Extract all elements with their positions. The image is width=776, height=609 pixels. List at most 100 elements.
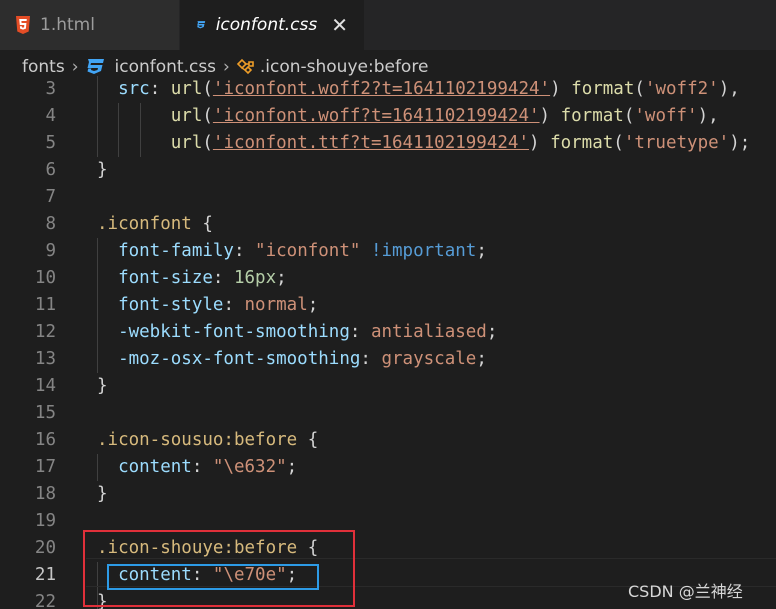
code-line[interactable]: 18} — [0, 481, 776, 508]
code-line[interactable]: 13 -moz-osx-font-smoothing: grayscale; — [0, 346, 776, 373]
css-icon — [87, 58, 104, 74]
code-token: font-family — [97, 241, 234, 261]
code-token: { — [191, 214, 213, 234]
code-token: ) — [528, 133, 551, 153]
code-token: ( — [202, 106, 213, 126]
code-token: "\e632" — [212, 457, 287, 477]
code-token: ( — [613, 133, 624, 153]
code-token: 'iconfont.ttf?t=1641102199424' — [212, 133, 529, 153]
code-text: url('iconfont.ttf?t=1641102199424') form… — [97, 130, 751, 157]
code-token: "iconfont" — [255, 241, 361, 261]
code-text: font-size: 16px; — [97, 265, 287, 292]
code-text: } — [97, 481, 108, 508]
indent-guide — [97, 76, 98, 157]
code-token: 'iconfont.woff2?t=1641102199424' — [212, 79, 551, 99]
code-token: !important — [370, 241, 477, 261]
line-number: 6 — [45, 160, 56, 180]
code-token: ; — [286, 457, 298, 477]
code-token: 'truetype' — [623, 133, 730, 153]
code-token: ; — [486, 322, 498, 342]
code-token: } — [97, 160, 108, 180]
code-line[interactable]: 9 font-family: "iconfont" !important; — [0, 238, 776, 265]
code-line[interactable]: 17 content: "\e632"; — [0, 454, 776, 481]
indent-guide — [118, 103, 119, 157]
code-text: content: "\e632"; — [97, 454, 297, 481]
code-line[interactable]: 15 — [0, 400, 776, 427]
code-token: { — [297, 430, 319, 450]
line-number: 12 — [34, 322, 56, 342]
tab-bar: 1.html iconfont.css ✕ — [0, 0, 776, 50]
code-token: ), — [697, 106, 719, 126]
symbol-class-icon — [236, 58, 254, 74]
breadcrumb-folder[interactable]: fonts — [22, 57, 65, 77]
code-token: : — [223, 295, 245, 315]
line-number: 8 — [45, 214, 56, 234]
code-token: : — [349, 322, 371, 342]
line-number: 21 — [34, 565, 56, 585]
code-text: -moz-osx-font-smoothing: grayscale; — [97, 346, 487, 373]
indent-guide — [140, 103, 141, 157]
chevron-right-icon: › — [223, 56, 230, 77]
code-line[interactable]: 7 — [0, 184, 776, 211]
tab-label: 1.html — [40, 15, 95, 35]
code-text: -webkit-font-smoothing: antialiased; — [97, 319, 497, 346]
code-token: antialiased — [370, 322, 487, 342]
code-text: } — [97, 157, 108, 184]
line-number: 7 — [45, 187, 56, 207]
code-line[interactable]: 5 url('iconfont.ttf?t=1641102199424') fo… — [0, 130, 776, 157]
code-token: 'woff2' — [644, 79, 719, 99]
code-text: .iconfont { — [97, 211, 213, 238]
code-text: } — [97, 373, 108, 400]
code-token: ; — [476, 349, 487, 369]
tab-1-html[interactable]: 1.html — [0, 0, 180, 50]
code-line[interactable]: 4 url('iconfont.woff?t=1641102199424') f… — [0, 103, 776, 130]
code-line[interactable]: 12 -webkit-font-smoothing: antialiased; — [0, 319, 776, 346]
code-token: } — [97, 376, 108, 396]
code-token: ( — [634, 79, 645, 99]
annotation-blue-box — [107, 564, 319, 590]
code-text: src: url('iconfont.woff2?t=1641102199424… — [97, 76, 740, 103]
code-token: -webkit-font-smoothing — [97, 322, 350, 342]
breadcrumb-file[interactable]: iconfont.css — [115, 57, 217, 77]
code-line[interactable]: 14} — [0, 373, 776, 400]
code-text: font-style: normal; — [97, 292, 318, 319]
line-number: 22 — [34, 592, 56, 609]
code-token: content — [97, 457, 192, 477]
code-token: ( — [202, 79, 213, 99]
tab-iconfont-css[interactable]: iconfont.css ✕ — [180, 0, 364, 50]
code-line[interactable]: 11 font-style: normal; — [0, 292, 776, 319]
code-token: : — [191, 457, 213, 477]
code-token: .icon-sousuo:before — [97, 430, 298, 450]
code-line[interactable]: 16 .icon-sousuo:before { — [0, 427, 776, 454]
code-line[interactable]: 8 .iconfont { — [0, 211, 776, 238]
close-icon[interactable]: ✕ — [331, 15, 348, 35]
code-token: format — [560, 106, 624, 126]
code-token: ( — [202, 133, 213, 153]
line-number: 15 — [34, 403, 56, 423]
watermark: CSDN @兰神经 — [628, 582, 743, 601]
code-line[interactable]: 6} — [0, 157, 776, 184]
code-text: .icon-sousuo:before { — [97, 427, 318, 454]
tab-label: iconfont.css — [215, 15, 318, 35]
line-number: 17 — [34, 457, 56, 477]
line-number: 11 — [34, 295, 56, 315]
code-token: ) — [539, 106, 561, 126]
code-token: grayscale — [381, 349, 477, 369]
line-number: 18 — [34, 484, 56, 504]
code-token: ; — [476, 241, 487, 261]
code-text: font-family: "iconfont" !important; — [97, 238, 487, 265]
code-token: normal — [244, 295, 308, 315]
breadcrumb-symbol[interactable]: .icon-shouye:before — [260, 57, 429, 77]
code-line[interactable]: 3 src: url('iconfont.woff2?t=16411021994… — [0, 76, 776, 103]
css-icon — [197, 21, 206, 29]
indent-guide — [97, 454, 98, 481]
code-token: : — [212, 268, 234, 288]
line-number: 13 — [34, 349, 56, 369]
code-token: src — [97, 79, 150, 99]
code-line[interactable]: 10 font-size: 16px; — [0, 265, 776, 292]
code-token: url — [170, 79, 203, 99]
code-token: ), — [718, 79, 740, 99]
code-token: .iconfont — [97, 214, 192, 234]
code-token: format — [550, 133, 614, 153]
